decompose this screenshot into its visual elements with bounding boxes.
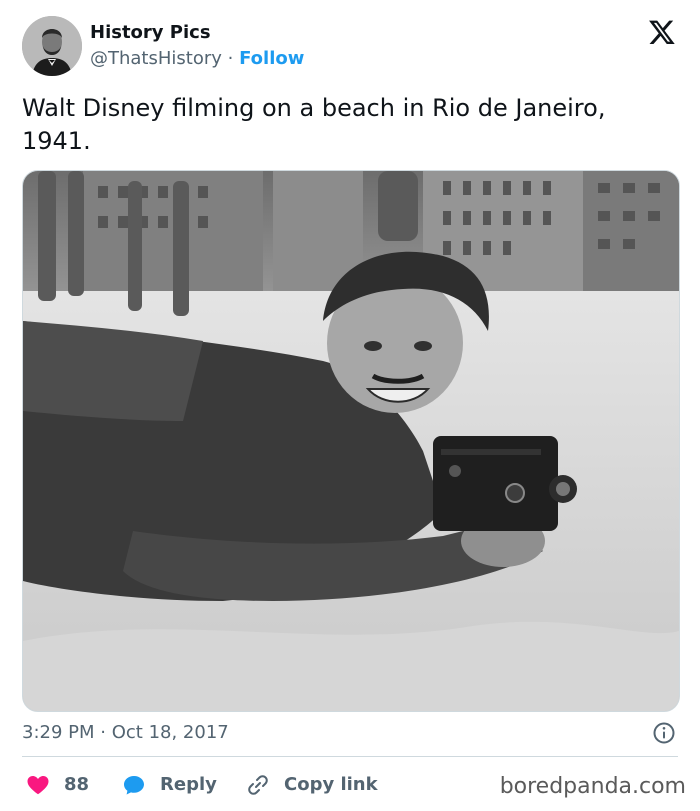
tweet-time: 3:29 PM — [22, 722, 95, 743]
watermark: boredpanda.com — [499, 774, 686, 799]
like-count: 88 — [64, 774, 90, 795]
author-display-name[interactable]: History Pics — [90, 22, 304, 44]
copy-link-button[interactable]: Copy link — [246, 770, 378, 800]
beach-photo-image — [23, 171, 679, 711]
like-button[interactable]: 88 — [26, 770, 89, 800]
x-logo-icon[interactable] — [648, 18, 676, 46]
info-icon[interactable] — [652, 721, 676, 745]
heart-icon — [27, 776, 49, 795]
tweet-timestamp[interactable]: 3:29 PM · Oct 18, 2017 — [22, 720, 678, 746]
tweet-date: Oct 18, 2017 — [111, 722, 229, 743]
author-handle-line: @ThatsHistory · Follow — [90, 47, 304, 71]
copy-link-label: Copy link — [284, 774, 378, 795]
author-avatar[interactable] — [22, 16, 82, 76]
link-icon — [248, 775, 268, 795]
timestamp-separator: · — [100, 722, 106, 743]
tweet-text: Walt Disney filming on a beach in Rio de… — [22, 94, 606, 155]
reply-label: Reply — [160, 774, 217, 795]
action-divider — [22, 756, 678, 757]
portrait-avatar-image — [22, 16, 82, 76]
tweet-header: History Pics @ThatsHistory · Follow — [22, 16, 678, 78]
author-handle[interactable]: @ThatsHistory — [90, 48, 222, 69]
tweet-photo[interactable] — [22, 170, 680, 712]
handle-separator: · — [227, 48, 234, 69]
follow-link[interactable]: Follow — [239, 48, 304, 69]
author-info: History Pics @ThatsHistory · Follow — [90, 22, 304, 71]
reply-button[interactable]: Reply — [122, 770, 217, 800]
speech-bubble-icon — [124, 776, 144, 795]
